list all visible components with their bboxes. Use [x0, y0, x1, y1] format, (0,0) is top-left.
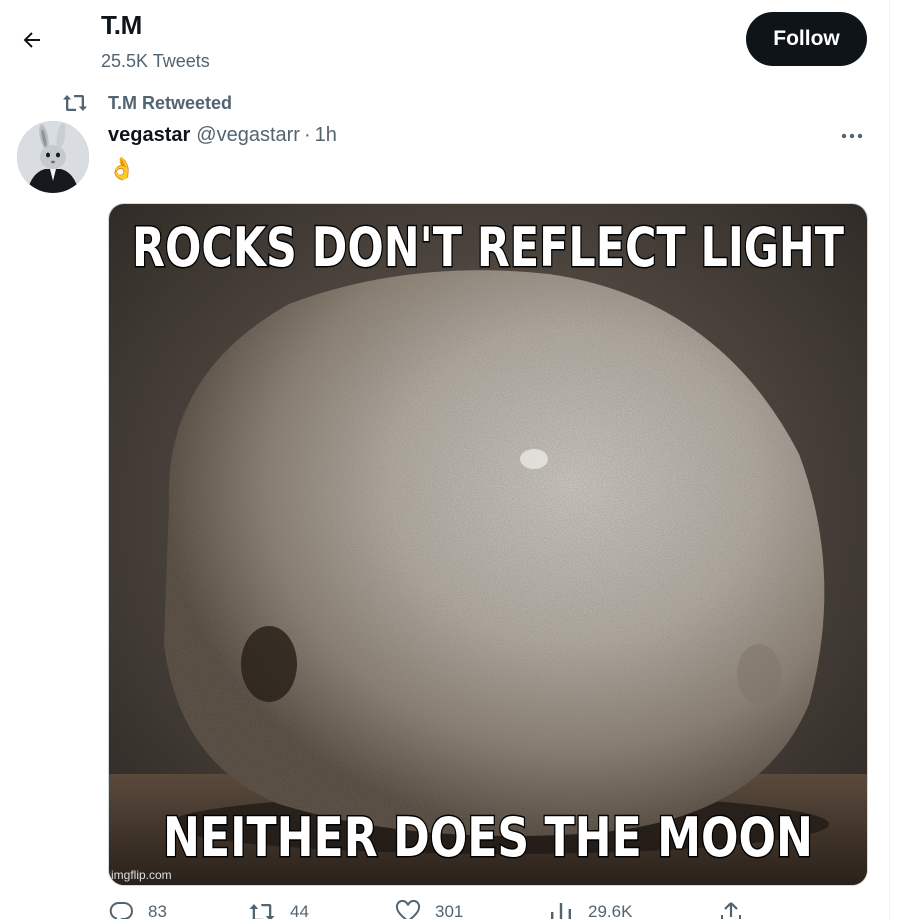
- avatar[interactable]: [17, 121, 89, 193]
- reply-count: 83: [148, 902, 167, 919]
- like-button[interactable]: 301: [395, 900, 463, 919]
- tweet-text: 👌: [108, 156, 136, 181]
- profile-header: T.M 25.5K Tweets Follow: [0, 0, 889, 82]
- retweet-context[interactable]: T.M Retweeted: [62, 92, 232, 114]
- author-handle[interactable]: @vegastarr: [196, 124, 300, 147]
- share-icon: [721, 902, 741, 919]
- meme-bottom-caption: NEITHER DOES THE MOON: [163, 806, 813, 869]
- retweet-button[interactable]: 44: [248, 900, 309, 919]
- reply-icon: [109, 902, 133, 919]
- retweet-icon: [249, 904, 275, 919]
- retweet-icon: [62, 92, 92, 114]
- meme-watermark: imgflip.com: [111, 868, 172, 882]
- page-title: T.M: [101, 10, 142, 40]
- tweet-page: T.M 25.5K Tweets Follow T.M Retweeted ve…: [0, 0, 903, 919]
- share-button[interactable]: [718, 900, 744, 919]
- heart-icon: [395, 900, 421, 919]
- separator-dot: ·: [303, 124, 311, 146]
- views-button[interactable]: 29.6K: [548, 900, 632, 919]
- retweet-context-label: T.M Retweeted: [108, 92, 233, 113]
- back-arrow-icon: [23, 32, 40, 48]
- follow-button[interactable]: Follow: [746, 12, 867, 66]
- author-display-name[interactable]: vegastar: [108, 124, 190, 147]
- tweet-media-image[interactable]: ROCKS DON'T REFLECT LIGHT NEITHER DOES T…: [108, 203, 868, 886]
- back-button[interactable]: [14, 22, 50, 58]
- more-options-button[interactable]: [834, 122, 870, 150]
- tweet-header: vegastar @vegastarr · 1h: [108, 124, 337, 147]
- more-horizontal-icon: [841, 133, 863, 139]
- tweet-action-bar: 83 44 301 29.6K: [108, 900, 788, 919]
- reply-button[interactable]: 83: [108, 900, 167, 919]
- tweet-timestamp[interactable]: 1h: [315, 124, 337, 147]
- like-count: 301: [435, 902, 464, 919]
- column-divider: [889, 0, 890, 919]
- views-icon: [551, 903, 571, 919]
- views-count: 29.6K: [588, 902, 633, 919]
- tweet-count: 25.5K Tweets: [101, 51, 210, 71]
- retweet-count: 44: [290, 902, 309, 919]
- meme-top-caption: ROCKS DON'T REFLECT LIGHT: [132, 216, 844, 279]
